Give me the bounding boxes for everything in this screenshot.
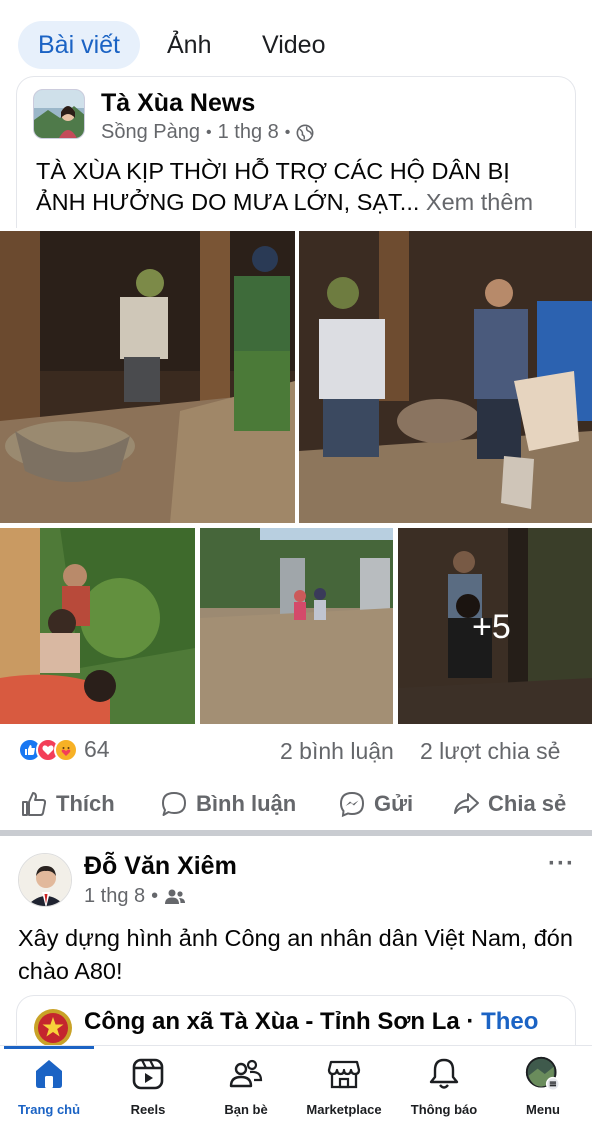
friends-icon — [229, 1059, 263, 1088]
comment-icon — [162, 792, 186, 816]
tab-photos[interactable]: Ảnh — [167, 21, 211, 69]
comment-label: Bình luận — [196, 791, 297, 816]
shares-count[interactable]: 2 lượt chia sẻ — [420, 738, 560, 765]
active-tab-indicator — [4, 1046, 94, 1049]
see-more-link[interactable]: Xem thêm — [426, 189, 533, 215]
like-button[interactable]: Thích — [20, 786, 115, 822]
like-label: Thích — [56, 791, 115, 816]
profile-tabs: Bài viết Ảnh Video — [0, 0, 592, 78]
post-photo[interactable] — [200, 528, 393, 724]
post-meta: 1 thg 8 • — [84, 885, 186, 908]
send-button[interactable]: Gửi — [338, 786, 413, 822]
more-options-icon[interactable]: ··· — [548, 850, 575, 878]
reactions-summary[interactable]: 64 — [18, 736, 110, 763]
care-icon — [54, 737, 78, 762]
globe-icon — [296, 124, 314, 141]
user-avatar[interactable] — [18, 853, 72, 907]
post-text: Xây dựng hình ảnh Công an nhân dân Việt … — [18, 925, 573, 984]
share-label: Chia sẻ — [488, 791, 567, 816]
marketplace-icon — [327, 1060, 361, 1089]
bottom-navigation: Trang chủ Reels Bạn bè Marketplace Thông… — [0, 1045, 592, 1128]
tab-videos[interactable]: Video — [262, 21, 326, 69]
share-button[interactable]: Chia sẻ — [452, 786, 566, 822]
profile-menu-icon — [525, 1056, 560, 1091]
nav-reels[interactable]: Reels — [98, 1056, 198, 1126]
messenger-icon — [339, 791, 365, 818]
post-date[interactable]: 1 thg 8 — [84, 885, 145, 908]
post-photo[interactable] — [0, 231, 295, 523]
meta-separator: • — [284, 123, 291, 141]
post-location[interactable]: Sồng Pàng — [101, 121, 200, 144]
nav-menu[interactable]: Menu — [493, 1056, 592, 1126]
friends-icon — [165, 889, 186, 904]
nav-friends[interactable]: Bạn bè — [196, 1056, 296, 1126]
send-label: Gửi — [374, 791, 414, 816]
shared-page-name[interactable]: Công an xã Tà Xùa - Tỉnh Sơn La · Theo — [84, 1008, 538, 1036]
nav-notifications[interactable]: Thông báo — [394, 1056, 494, 1126]
reactions-count: 64 — [84, 736, 110, 762]
tab-posts[interactable]: Bài viết — [18, 21, 140, 69]
nav-label: Reels — [130, 1102, 166, 1117]
post-author[interactable]: Đỗ Văn Xiêm — [84, 852, 237, 881]
nav-label: Marketplace — [306, 1102, 382, 1117]
post-actions: Thích Bình luận Gửi Chia sẻ — [0, 786, 592, 822]
nav-label: Trang chủ — [17, 1102, 81, 1117]
post-divider — [0, 830, 592, 836]
nav-home[interactable]: Trang chủ — [0, 1056, 99, 1126]
comments-count[interactable]: 2 bình luận — [280, 738, 394, 765]
meta-separator: • — [205, 123, 212, 141]
share-icon — [454, 793, 479, 814]
bell-icon — [429, 1058, 459, 1089]
post-photo[interactable] — [0, 528, 195, 724]
post-author[interactable]: Tà Xùa News — [101, 89, 255, 118]
thumbs-up-icon — [22, 792, 47, 816]
nav-label: Bạn bè — [224, 1102, 268, 1117]
nav-label: Thông báo — [410, 1102, 478, 1117]
post-date[interactable]: 1 thg 8 — [218, 121, 279, 144]
post-text-line: ẢNH HƯỞNG DO MƯA LỚN, SẠT... — [36, 189, 420, 215]
follow-link[interactable]: Theo — [481, 1008, 538, 1035]
page-avatar[interactable] — [33, 89, 85, 139]
nav-label: Menu — [526, 1102, 560, 1117]
shared-page-label: Công an xã Tà Xùa - Tỉnh Sơn La · — [84, 1008, 482, 1035]
more-photos-count[interactable]: +5 — [472, 608, 511, 647]
post-meta: Sồng Pàng • 1 thg 8 • — [101, 121, 314, 144]
nav-marketplace[interactable]: Marketplace — [294, 1056, 394, 1126]
post-text: TÀ XÙA KỊP THỜI HỖ TRỢ CÁC HỘ DÂN BỊ ẢNH… — [36, 156, 566, 218]
comment-button[interactable]: Bình luận — [160, 786, 296, 822]
home-icon — [36, 1060, 62, 1088]
post-text-line: TÀ XÙA KỊP THỜI HỖ TRỢ CÁC HỘ DÂN BỊ — [36, 158, 510, 184]
post-photo[interactable] — [299, 231, 592, 523]
police-emblem-icon — [33, 1008, 73, 1048]
meta-separator: • — [151, 885, 159, 907]
reels-icon — [132, 1058, 164, 1090]
